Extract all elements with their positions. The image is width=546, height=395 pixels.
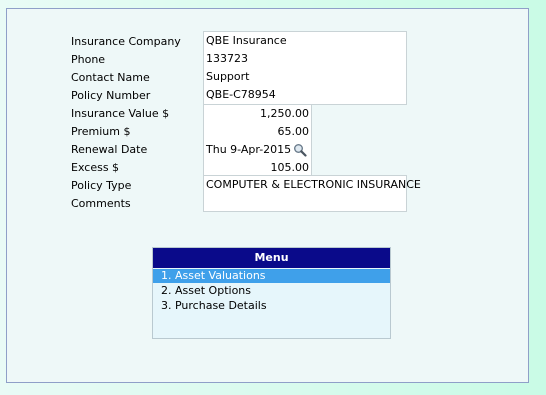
label-excess: Excess $ <box>71 161 120 174</box>
renewal-date-field[interactable]: Thu 9-Apr-2015 <box>206 141 291 159</box>
premium-field[interactable]: 65.00 <box>278 123 310 141</box>
menu-item-asset-options[interactable]: 2. Asset Options <box>153 284 390 298</box>
label-insurance-value: Insurance Value $ <box>71 107 170 120</box>
label-premium: Premium $ <box>71 125 131 138</box>
company-field[interactable]: QBE Insurance <box>206 32 287 50</box>
label-renewal-date: Renewal Date <box>71 143 148 156</box>
contact-name-field[interactable]: Support <box>206 68 249 86</box>
label-comments: Comments <box>71 197 131 210</box>
value-details-box[interactable]: 1,250.00 65.00 Thu 9-Apr-2015 105.00 <box>203 104 312 176</box>
label-phone: Phone <box>71 53 106 66</box>
policy-type-field[interactable]: COMPUTER & ELECTRONIC INSURANCE <box>206 176 421 194</box>
menu-item-asset-valuations[interactable]: 1. Asset Valuations <box>153 269 390 283</box>
label-policy-type: Policy Type <box>71 179 132 192</box>
menu-title: Menu <box>153 248 390 268</box>
label-insurance-company: Insurance Company <box>71 35 181 48</box>
search-icon[interactable] <box>293 143 307 157</box>
contact-details-box[interactable]: QBE Insurance 133723 Support QBE-C78954 <box>203 31 407 105</box>
field-labels: Insurance Company Phone Contact Name Pol… <box>71 33 181 213</box>
policy-type-box[interactable]: COMPUTER & ELECTRONIC INSURANCE <box>203 175 421 212</box>
label-contact-name: Contact Name <box>71 71 150 84</box>
policy-number-field[interactable]: QBE-C78954 <box>206 86 276 104</box>
menu-panel: Menu 1. Asset Valuations 2. Asset Option… <box>152 247 391 339</box>
policy-panel: Insurance Company Phone Contact Name Pol… <box>6 8 529 383</box>
insurance-value-field[interactable]: 1,250.00 <box>260 105 309 123</box>
menu-item-purchase-details[interactable]: 3. Purchase Details <box>153 299 390 313</box>
phone-field[interactable]: 133723 <box>206 50 248 68</box>
label-policy-number: Policy Number <box>71 89 151 102</box>
